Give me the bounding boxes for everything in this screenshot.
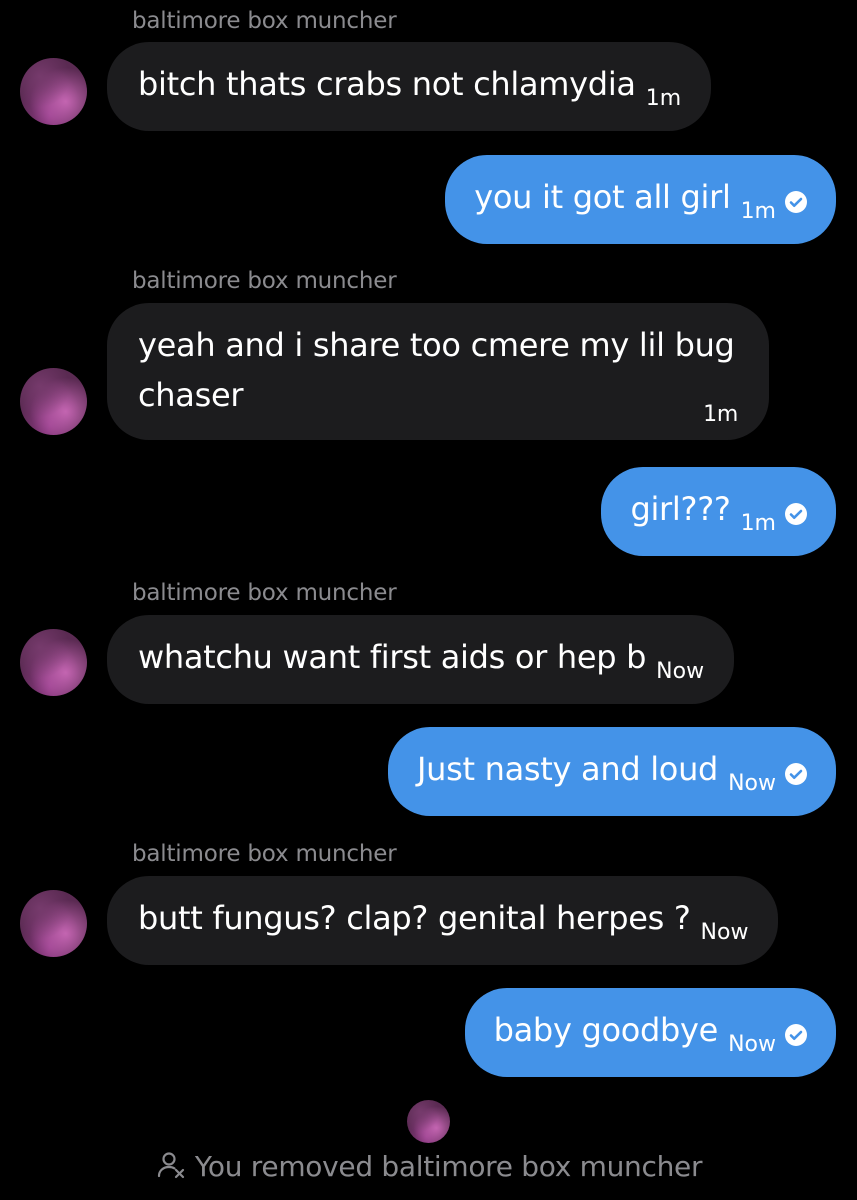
message-text: Just nasty and loud: [417, 750, 719, 788]
message-text: bitch thats crabs not chlamydia: [138, 65, 636, 103]
contact-avatar[interactable]: [20, 629, 87, 696]
check-circle-icon: [785, 763, 807, 785]
outgoing-message-bubble[interactable]: girl??? 1m: [601, 467, 836, 556]
message-time: Now: [728, 1032, 776, 1057]
system-notice: You removed baltimore box muncher: [0, 1145, 857, 1189]
system-notice-text: You removed baltimore box muncher: [194, 1150, 703, 1183]
outgoing-message-bubble[interactable]: you it got all girl 1m: [445, 155, 836, 244]
message-text: girl???: [630, 490, 731, 528]
check-circle-icon: [785, 1024, 807, 1046]
sender-name: baltimore box muncher: [132, 8, 397, 34]
message-time: Now: [656, 659, 705, 684]
message-time: 1m: [645, 86, 682, 111]
sender-name: baltimore box muncher: [132, 580, 397, 606]
incoming-message-bubble[interactable]: whatchu want first aids or hep b Now: [107, 615, 735, 704]
message-time: 1m: [703, 402, 738, 427]
incoming-message-bubble[interactable]: yeah and i share too cmere my lil bug ch…: [107, 303, 769, 440]
message-time: 1m: [740, 199, 776, 224]
outgoing-message-bubble[interactable]: Just nasty and loud Now: [388, 727, 836, 816]
outgoing-message-bubble[interactable]: baby goodbye Now: [464, 988, 836, 1077]
incoming-message-bubble[interactable]: butt fungus? clap? genital herpes ? Now: [107, 876, 779, 965]
sender-name: baltimore box muncher: [132, 841, 397, 867]
sender-name: baltimore box muncher: [132, 268, 397, 294]
message-text: baby goodbye: [493, 1011, 719, 1049]
message-time: Now: [700, 920, 749, 945]
person-remove-icon: [157, 1152, 184, 1179]
contact-avatar-small: [407, 1100, 450, 1143]
check-circle-icon: [785, 191, 807, 213]
message-text: yeah and i share too cmere my lil bug ch…: [138, 326, 735, 414]
message-text: whatchu want first aids or hep b: [138, 638, 647, 676]
message-time: Now: [728, 771, 776, 796]
contact-avatar[interactable]: [20, 890, 87, 957]
message-text: butt fungus? clap? genital herpes ?: [138, 899, 691, 937]
check-circle-icon: [785, 503, 807, 525]
incoming-message-bubble[interactable]: bitch thats crabs not chlamydia 1m: [107, 42, 712, 131]
message-time: 1m: [740, 511, 776, 536]
message-text: you it got all girl: [474, 178, 731, 216]
contact-avatar[interactable]: [20, 58, 87, 125]
contact-avatar[interactable]: [20, 368, 87, 435]
